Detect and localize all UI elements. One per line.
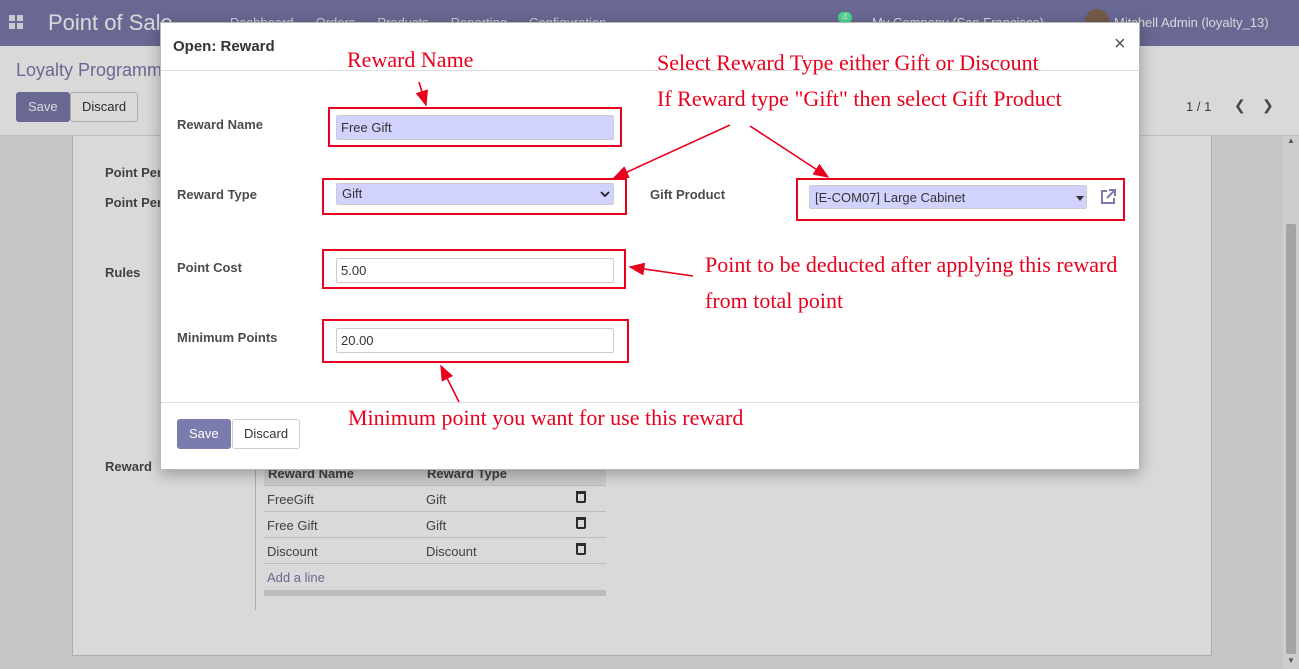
annotation-minimum-points: Minimum point you want for use this rewa… bbox=[348, 405, 744, 430]
reward-name-label: Reward Name bbox=[177, 117, 263, 132]
annotation-point-cost-2: from total point bbox=[705, 288, 844, 313]
close-icon[interactable]: × bbox=[1114, 33, 1126, 56]
point-cost-label: Point Cost bbox=[177, 260, 242, 275]
highlight-minimum-points bbox=[322, 319, 629, 363]
reward-type-label: Reward Type bbox=[177, 187, 257, 202]
gift-product-label: Gift Product bbox=[650, 187, 726, 202]
annotation-reward-name: Reward Name bbox=[347, 47, 474, 72]
annotation-reward-type-2: If Reward type "Gift" then select Gift P… bbox=[657, 86, 1062, 111]
highlight-reward-name bbox=[328, 107, 622, 147]
highlight-point-cost bbox=[322, 249, 626, 289]
annotation-reward-type-1: Select Reward Type either Gift or Discou… bbox=[657, 50, 1039, 75]
dialog-title: Open: Reward bbox=[173, 38, 275, 55]
highlight-reward-type bbox=[322, 178, 627, 215]
dialog-discard-button[interactable]: Discard bbox=[232, 419, 301, 449]
annotation-point-cost-1: Point to be deducted after applying this… bbox=[705, 252, 1118, 277]
minimum-points-label: Minimum Points bbox=[177, 330, 278, 345]
dialog-save-button[interactable]: Save bbox=[177, 419, 231, 449]
footer-divider bbox=[161, 402, 1139, 403]
highlight-gift-product bbox=[796, 178, 1125, 221]
